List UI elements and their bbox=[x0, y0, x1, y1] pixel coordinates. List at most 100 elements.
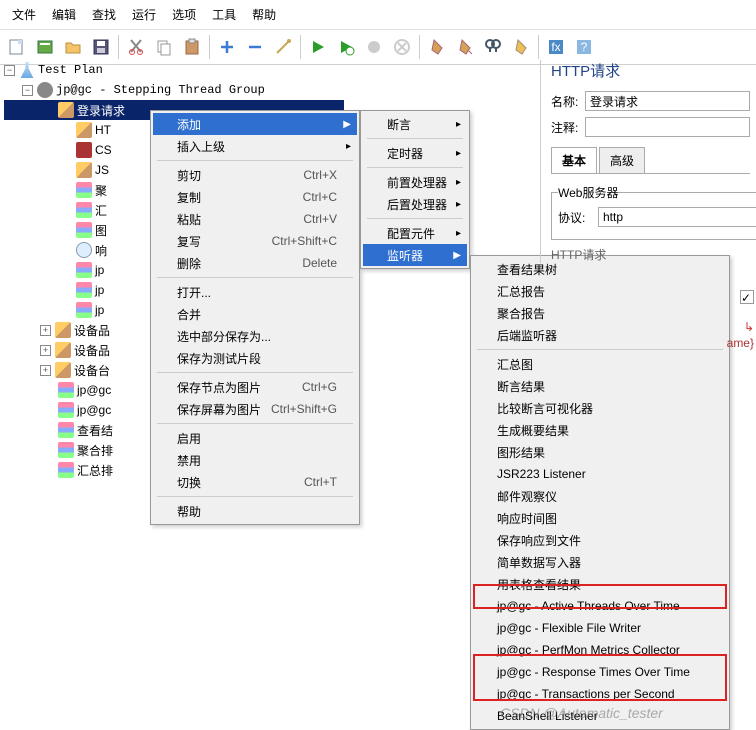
listener-item[interactable]: 汇总图 bbox=[473, 353, 727, 375]
expand-icon[interactable]: + bbox=[40, 365, 51, 376]
tree-label: Test Plan bbox=[38, 63, 103, 77]
listener-item[interactable]: jp@gc - Transactions per Second bbox=[473, 683, 727, 705]
menu-run[interactable]: 运行 bbox=[124, 2, 164, 27]
tree-label: 设备台 bbox=[74, 362, 110, 379]
shutdown-icon[interactable] bbox=[389, 34, 415, 60]
menu-merge[interactable]: 合并 bbox=[153, 303, 357, 325]
plus-icon[interactable] bbox=[214, 34, 240, 60]
menu-save-fragment[interactable]: 保存为测试片段 bbox=[153, 347, 357, 369]
menu-paste[interactable]: 粘贴Ctrl+V bbox=[153, 208, 357, 230]
menu-insert-parent[interactable]: 插入上级▸ bbox=[153, 135, 357, 157]
listener-item[interactable]: jp@gc - Response Times Over Time bbox=[473, 661, 727, 683]
new-icon[interactable] bbox=[4, 34, 30, 60]
menu-enable[interactable]: 启用 bbox=[153, 427, 357, 449]
chart-icon bbox=[58, 382, 74, 398]
listener-item[interactable]: jp@gc - Flexible File Writer bbox=[473, 617, 727, 639]
tree-label: 聚 bbox=[95, 182, 107, 199]
listener-item[interactable]: 聚合报告 bbox=[473, 302, 727, 324]
templates-icon[interactable] bbox=[32, 34, 58, 60]
menu-save-selection[interactable]: 选中部分保存为... bbox=[153, 325, 357, 347]
stop-icon[interactable] bbox=[361, 34, 387, 60]
comment-input[interactable] bbox=[585, 117, 750, 137]
menu-toggle[interactable]: 切换Ctrl+T bbox=[153, 471, 357, 493]
wand-icon[interactable] bbox=[270, 34, 296, 60]
submenu-timer[interactable]: 定时器▸ bbox=[363, 142, 467, 164]
search-icon[interactable] bbox=[480, 34, 506, 60]
menu-file[interactable]: 文件 bbox=[4, 2, 44, 27]
menu-tools[interactable]: 工具 bbox=[204, 2, 244, 27]
cut-icon[interactable] bbox=[123, 34, 149, 60]
listener-item[interactable]: 后端监听器 bbox=[473, 324, 727, 346]
open-icon[interactable] bbox=[60, 34, 86, 60]
minus-icon[interactable] bbox=[242, 34, 268, 60]
listener-item[interactable]: 保存响应到文件 bbox=[473, 529, 727, 551]
menu-disable[interactable]: 禁用 bbox=[153, 449, 357, 471]
text-snippet: ↳ bbox=[744, 320, 754, 334]
start-icon[interactable] bbox=[305, 34, 331, 60]
menu-options[interactable]: 选项 bbox=[164, 2, 204, 27]
start-notimer-icon[interactable] bbox=[333, 34, 359, 60]
save-icon[interactable] bbox=[88, 34, 114, 60]
tree-label: HT bbox=[95, 123, 111, 137]
paste-icon[interactable] bbox=[179, 34, 205, 60]
listener-item[interactable]: 生成概要结果 bbox=[473, 419, 727, 441]
menu-add[interactable]: 添加▶ bbox=[153, 113, 357, 135]
checkbox[interactable]: ✓ bbox=[740, 290, 754, 304]
submenu-assertion[interactable]: 断言▸ bbox=[363, 113, 467, 135]
properties-panel: HTTP请求 名称: 注释: 基本 高级 Web服务器 协议: HTTP请求 bbox=[540, 60, 750, 263]
menu-duplicate[interactable]: 复写Ctrl+Shift+C bbox=[153, 230, 357, 252]
reset-search-icon[interactable] bbox=[508, 34, 534, 60]
menu-delete[interactable]: 删除Delete bbox=[153, 252, 357, 274]
tree-label: jp bbox=[95, 263, 104, 277]
tree-label: 聚合排 bbox=[77, 442, 113, 459]
menu-save-screen-img[interactable]: 保存屏幕为图片Ctrl+Shift+G bbox=[153, 398, 357, 420]
tree-thread-group[interactable]: − jp@gc - Stepping Thread Group bbox=[4, 80, 344, 100]
menu-save-node-img[interactable]: 保存节点为图片Ctrl+G bbox=[153, 376, 357, 398]
listener-item[interactable]: 汇总报告 bbox=[473, 280, 727, 302]
collapse-icon[interactable]: − bbox=[22, 85, 33, 96]
listener-item[interactable]: 图形结果 bbox=[473, 441, 727, 463]
listener-item[interactable]: 断言结果 bbox=[473, 375, 727, 397]
listener-item[interactable]: 简单数据写入器 bbox=[473, 551, 727, 573]
x-icon bbox=[76, 142, 92, 158]
name-input[interactable] bbox=[585, 91, 750, 111]
listener-item[interactable]: jp@gc - Active Threads Over Time bbox=[473, 595, 727, 617]
tab-basic[interactable]: 基本 bbox=[551, 147, 597, 173]
menu-search[interactable]: 查找 bbox=[84, 2, 124, 27]
submenu-listener[interactable]: 监听器▶ bbox=[363, 244, 467, 266]
menu-edit[interactable]: 编辑 bbox=[44, 2, 84, 27]
chart-icon bbox=[76, 202, 92, 218]
listener-item[interactable]: jp@gc - PerfMon Metrics Collector bbox=[473, 639, 727, 661]
menu-help[interactable]: 帮助 bbox=[244, 2, 284, 27]
function-icon[interactable]: fx bbox=[543, 34, 569, 60]
submenu-postproc[interactable]: 后置处理器▸ bbox=[363, 193, 467, 215]
tab-advanced[interactable]: 高级 bbox=[599, 147, 645, 173]
sampler-icon bbox=[55, 362, 71, 378]
protocol-input[interactable] bbox=[598, 207, 756, 227]
copy-icon[interactable] bbox=[151, 34, 177, 60]
submenu-config[interactable]: 配置元件▸ bbox=[363, 222, 467, 244]
help-icon[interactable]: ? bbox=[571, 34, 597, 60]
expand-icon[interactable]: + bbox=[40, 325, 51, 336]
listener-item[interactable]: 比较断言可视化器 bbox=[473, 397, 727, 419]
tree-label: 设备品 bbox=[74, 322, 110, 339]
expand-icon[interactable]: + bbox=[40, 345, 51, 356]
listener-item[interactable]: BeanShell Listener bbox=[473, 705, 727, 727]
tree-label: jp@gc - Stepping Thread Group bbox=[56, 83, 265, 97]
listener-item[interactable]: 邮件观察仪 bbox=[473, 485, 727, 507]
menu-cut[interactable]: 剪切Ctrl+X bbox=[153, 164, 357, 186]
chart-icon bbox=[76, 282, 92, 298]
comment-label: 注释: bbox=[551, 119, 585, 136]
menu-help[interactable]: 帮助 bbox=[153, 500, 357, 522]
collapse-icon[interactable]: − bbox=[4, 65, 15, 76]
tree-root[interactable]: − Test Plan bbox=[4, 60, 344, 80]
menu-copy[interactable]: 复制Ctrl+C bbox=[153, 186, 357, 208]
clear-all-icon[interactable] bbox=[452, 34, 478, 60]
listener-item[interactable]: JSR223 Listener bbox=[473, 463, 727, 485]
submenu-preproc[interactable]: 前置处理器▸ bbox=[363, 171, 467, 193]
menu-open[interactable]: 打开... bbox=[153, 281, 357, 303]
listener-item[interactable]: 用表格查看结果 bbox=[473, 573, 727, 595]
listener-item[interactable]: 响应时间图 bbox=[473, 507, 727, 529]
sampler-icon bbox=[76, 122, 92, 138]
clear-icon[interactable] bbox=[424, 34, 450, 60]
